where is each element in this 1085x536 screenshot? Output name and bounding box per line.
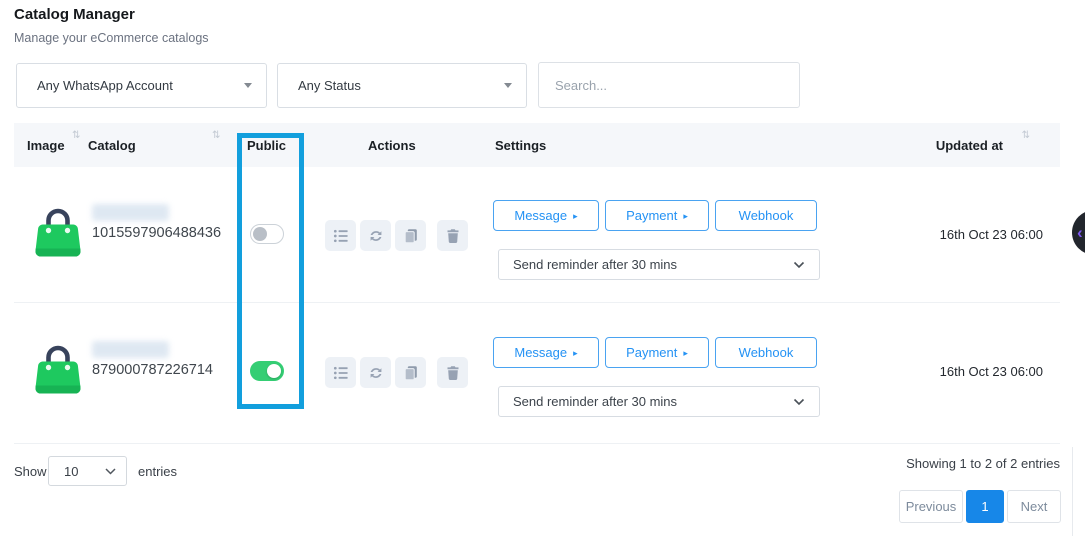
catalog-id: 1015597906488436 — [92, 225, 221, 241]
sort-icon: ⇅ — [212, 130, 220, 141]
reminder-select[interactable]: Send reminder after 30 mins — [498, 386, 820, 417]
caret-down-icon — [504, 83, 512, 88]
page-title: Catalog Manager — [14, 6, 135, 23]
message-button[interactable]: Message ▸ — [493, 200, 599, 231]
updated-at: 16th Oct 23 06:00 — [940, 364, 1043, 379]
list-icon — [333, 365, 349, 381]
page-size-value: 10 — [64, 464, 78, 479]
next-button[interactable]: Next — [1007, 490, 1061, 523]
page-subtitle: Manage your eCommerce catalogs — [14, 31, 209, 45]
message-button-label: Message — [514, 208, 567, 223]
delete-button[interactable] — [437, 220, 468, 251]
payment-button-label: Payment — [626, 208, 677, 223]
column-header-actions: Actions — [368, 123, 416, 167]
caret-right-icon: ▸ — [573, 349, 578, 358]
list-icon — [333, 228, 349, 244]
reminder-select[interactable]: Send reminder after 30 mins — [498, 249, 820, 280]
list-items-button[interactable] — [325, 357, 356, 388]
shopping-bag-icon — [31, 340, 85, 398]
trash-icon — [445, 365, 461, 381]
previous-button[interactable]: Previous — [899, 490, 963, 523]
settings-buttons: Message ▸ Payment ▸ Webhook — [493, 337, 817, 368]
list-items-button[interactable] — [325, 220, 356, 251]
trash-icon — [445, 228, 461, 244]
sync-icon — [368, 365, 384, 381]
delete-button[interactable] — [437, 357, 468, 388]
chevron-down-icon — [105, 468, 116, 475]
settings-buttons: Message ▸ Payment ▸ Webhook — [493, 200, 817, 231]
column-header-updated-at[interactable]: Updated at — [936, 123, 1003, 167]
column-header-public: Public — [247, 123, 286, 167]
right-edge-divider — [1072, 447, 1073, 536]
catalog-name-redacted — [92, 204, 169, 221]
sync-button[interactable] — [360, 220, 391, 251]
floating-action-button[interactable]: ‹ — [1072, 210, 1085, 255]
public-toggle[interactable] — [250, 361, 284, 381]
whatsapp-account-select-value: Any WhatsApp Account — [37, 78, 173, 93]
status-select[interactable]: Any Status — [277, 63, 527, 108]
sync-button[interactable] — [360, 357, 391, 388]
copy-button[interactable] — [395, 220, 426, 251]
sort-icon: ⇅ — [72, 130, 80, 141]
copy-icon — [403, 228, 419, 244]
message-button-label: Message — [514, 345, 567, 360]
public-toggle[interactable] — [250, 224, 284, 244]
payment-button[interactable]: Payment ▸ — [605, 200, 709, 231]
payment-button[interactable]: Payment ▸ — [605, 337, 709, 368]
table-bottom-border — [14, 443, 1060, 444]
page-size-select[interactable]: 10 — [48, 456, 127, 486]
column-header-image[interactable]: Image — [27, 123, 65, 167]
caret-right-icon: ▸ — [683, 349, 688, 358]
updated-at: 16th Oct 23 06:00 — [940, 227, 1043, 242]
payment-button-label: Payment — [626, 345, 677, 360]
page-1-button[interactable]: 1 — [966, 490, 1004, 523]
caret-right-icon: ▸ — [683, 212, 688, 221]
catalog-name-redacted — [92, 341, 169, 358]
copy-button[interactable] — [395, 357, 426, 388]
arrow-left-icon: ‹ — [1077, 224, 1083, 241]
table-row: 879000787226714 Message ▸ Payment ▸ Webh… — [14, 304, 1060, 439]
chevron-down-icon — [793, 398, 805, 406]
column-header-catalog[interactable]: Catalog — [88, 123, 136, 167]
table-row: 1015597906488436 Message ▸ Payment ▸ Web… — [14, 167, 1060, 302]
caret-down-icon — [244, 83, 252, 88]
message-button[interactable]: Message ▸ — [493, 337, 599, 368]
reminder-select-value: Send reminder after 30 mins — [513, 257, 677, 272]
results-summary: Showing 1 to 2 of 2 entries — [906, 456, 1060, 471]
catalog-manager-page: Catalog Manager Manage your eCommerce ca… — [0, 0, 1085, 536]
whatsapp-account-select[interactable]: Any WhatsApp Account — [16, 63, 267, 108]
reminder-select-value: Send reminder after 30 mins — [513, 394, 677, 409]
copy-icon — [403, 365, 419, 381]
webhook-button-label: Webhook — [739, 345, 794, 360]
webhook-button[interactable]: Webhook — [715, 200, 817, 231]
show-label: Show — [14, 464, 47, 479]
status-select-value: Any Status — [298, 78, 361, 93]
shopping-bag-icon — [31, 203, 85, 261]
row-divider — [14, 302, 1060, 303]
sync-icon — [368, 228, 384, 244]
webhook-button-label: Webhook — [739, 208, 794, 223]
pagination: Previous 1 Next — [899, 490, 1061, 523]
table-header: Image ⇅ Catalog ⇅ Public Actions Setting… — [14, 123, 1060, 167]
sort-icon: ⇅ — [1022, 130, 1030, 141]
column-header-settings: Settings — [495, 123, 546, 167]
search-input[interactable] — [538, 62, 800, 108]
chevron-down-icon — [793, 261, 805, 269]
catalog-id: 879000787226714 — [92, 362, 213, 378]
entries-label: entries — [138, 464, 177, 479]
webhook-button[interactable]: Webhook — [715, 337, 817, 368]
caret-right-icon: ▸ — [573, 212, 578, 221]
